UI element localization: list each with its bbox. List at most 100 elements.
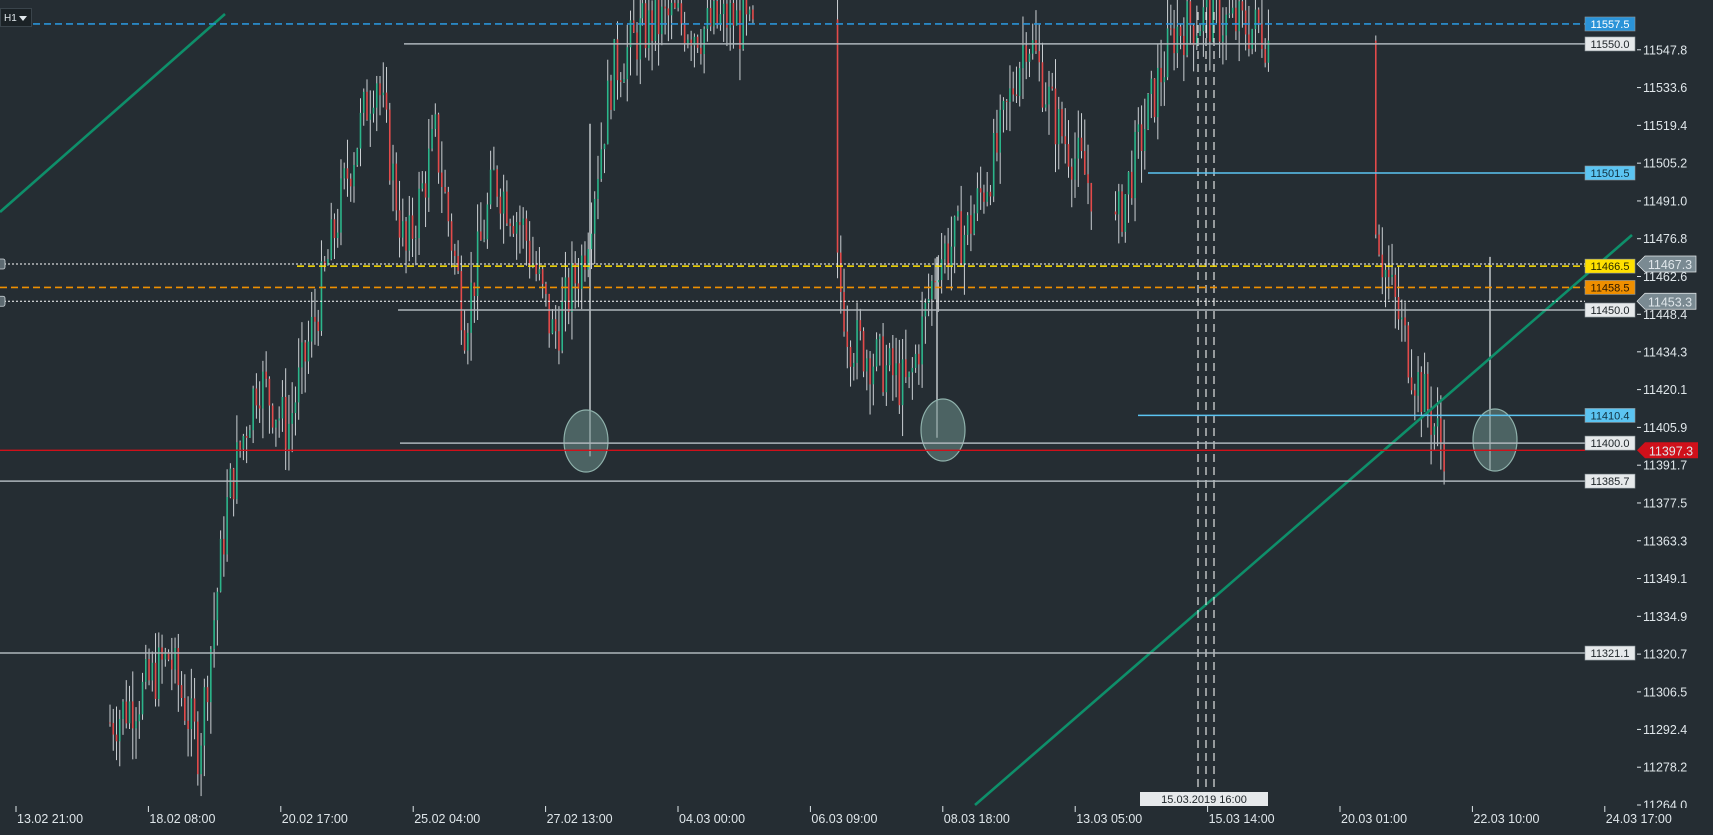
- candle-body: [538, 269, 541, 275]
- candle-body: [356, 148, 359, 165]
- candle-body: [1420, 372, 1423, 412]
- candle-body: [265, 371, 267, 379]
- candle-body: [1080, 137, 1083, 152]
- candle-body: [551, 319, 554, 334]
- candle-body: [849, 346, 852, 367]
- x-tick-label: 27.02 13:00: [547, 812, 613, 826]
- candle-body: [732, 2, 735, 26]
- timeframe-selector[interactable]: H1: [0, 8, 32, 27]
- candle-body: [600, 149, 603, 179]
- candle-body: [597, 178, 599, 199]
- candle-body: [636, 32, 638, 60]
- price-chart[interactable]: 11557.5 11550.0 11501.5 11466.5 11458.5 11450…: [0, 0, 1713, 835]
- candle-body: [401, 221, 404, 238]
- candle-body: [310, 316, 313, 342]
- candle-body: [284, 396, 287, 449]
- candle-body: [499, 196, 502, 214]
- candle-body: [1160, 67, 1162, 83]
- price-tag-text: 11321.1: [1591, 648, 1630, 660]
- candle-body: [667, 8, 670, 16]
- candle-body: [141, 681, 144, 715]
- candle-body: [606, 80, 609, 145]
- candle-body: [1147, 93, 1149, 130]
- candle-body: [473, 282, 476, 296]
- x-tick-label: 25.02 04:00: [414, 812, 480, 826]
- candle-body: [190, 698, 193, 730]
- candle-body: [395, 163, 398, 211]
- candle-body: [1199, 31, 1201, 36]
- y-tick-label: 11405.9: [1643, 421, 1687, 435]
- candle-body: [174, 647, 176, 670]
- candle-body: [1410, 377, 1413, 391]
- candle-body: [1433, 426, 1436, 435]
- marker-handle: [0, 295, 6, 307]
- x-tick-label: 22.03 10:00: [1473, 812, 1539, 826]
- candle-body: [1064, 136, 1067, 145]
- candle-body: [522, 218, 524, 226]
- candle-body: [1009, 88, 1011, 102]
- candle-body: [1025, 45, 1028, 62]
- candle-body: [437, 114, 440, 173]
- price-tag-11450.0: 11450.0: [1584, 302, 1636, 318]
- chart-background: [0, 0, 1713, 835]
- x-tick-label: 15.03 14:00: [1209, 812, 1275, 826]
- candle-body: [307, 341, 310, 362]
- chart-canvas[interactable]: 11557.5 11550.0 11501.5 11466.5 11458.5 11450…: [0, 0, 1713, 835]
- y-tick-label: 11320.7: [1643, 648, 1687, 662]
- price-tag-11321.1: 11321.1: [1584, 645, 1636, 661]
- y-tick-label: 11448.4: [1643, 308, 1687, 322]
- candle-body: [1067, 144, 1070, 167]
- candle-body: [683, 23, 686, 44]
- candle-body: [203, 687, 206, 746]
- candle-body: [288, 423, 290, 449]
- candle-body: [398, 210, 401, 238]
- candle-body: [739, 10, 741, 49]
- candle-body: [362, 91, 365, 113]
- price-tag-text: 11450.0: [1591, 305, 1630, 317]
- candle-body: [405, 221, 407, 251]
- price-tag-text: 11410.4: [1591, 410, 1630, 422]
- candle-body: [567, 277, 570, 312]
- candle-body: [122, 701, 124, 719]
- candle-body: [859, 320, 862, 332]
- candle-body: [696, 36, 699, 48]
- candle-body: [603, 144, 606, 150]
- candle-body: [1417, 372, 1419, 396]
- candle-body: [242, 435, 245, 449]
- y-axis: 11547.8 11533.6 11519.4 11505.2 11491.0 11476…: [1637, 43, 1687, 813]
- candle-body: [613, 39, 616, 110]
- candle-body: [470, 282, 472, 333]
- candle-body: [118, 718, 121, 742]
- candle-body: [294, 402, 297, 414]
- candle-body: [333, 219, 336, 239]
- candle-body: [616, 39, 619, 81]
- candle-body: [460, 271, 463, 331]
- candle-body: [206, 687, 209, 703]
- candle-body: [719, 14, 722, 25]
- y-tick-label: 11306.5: [1643, 685, 1687, 699]
- candle-body: [1192, 25, 1195, 46]
- candle-body: [895, 363, 897, 376]
- candle-body: [664, 6, 666, 9]
- candle-body: [1166, 28, 1169, 78]
- candle-body: [1038, 51, 1041, 63]
- candle-body: [1443, 444, 1445, 472]
- candle-body: [112, 723, 115, 735]
- candle-body: [1257, 9, 1260, 25]
- y-tick-label: 11434.3: [1643, 345, 1687, 359]
- y-tick-label: 11363.3: [1643, 534, 1687, 548]
- candle-body: [632, 20, 635, 33]
- x-tick-label: 06.03 09:00: [811, 812, 877, 826]
- candle-body: [963, 234, 966, 265]
- candle-body: [722, 3, 725, 15]
- current-price-tag-text: 11397.3: [1649, 444, 1693, 458]
- candle-body: [934, 280, 936, 283]
- candle-body: [450, 221, 453, 251]
- candle-body: [1144, 129, 1146, 152]
- candle-body: [268, 378, 271, 406]
- candle-body: [1235, 7, 1237, 32]
- candle-body: [545, 283, 547, 294]
- y-tick-label: 11547.8: [1643, 43, 1687, 57]
- candle-body: [431, 128, 433, 149]
- candle-body: [109, 722, 111, 724]
